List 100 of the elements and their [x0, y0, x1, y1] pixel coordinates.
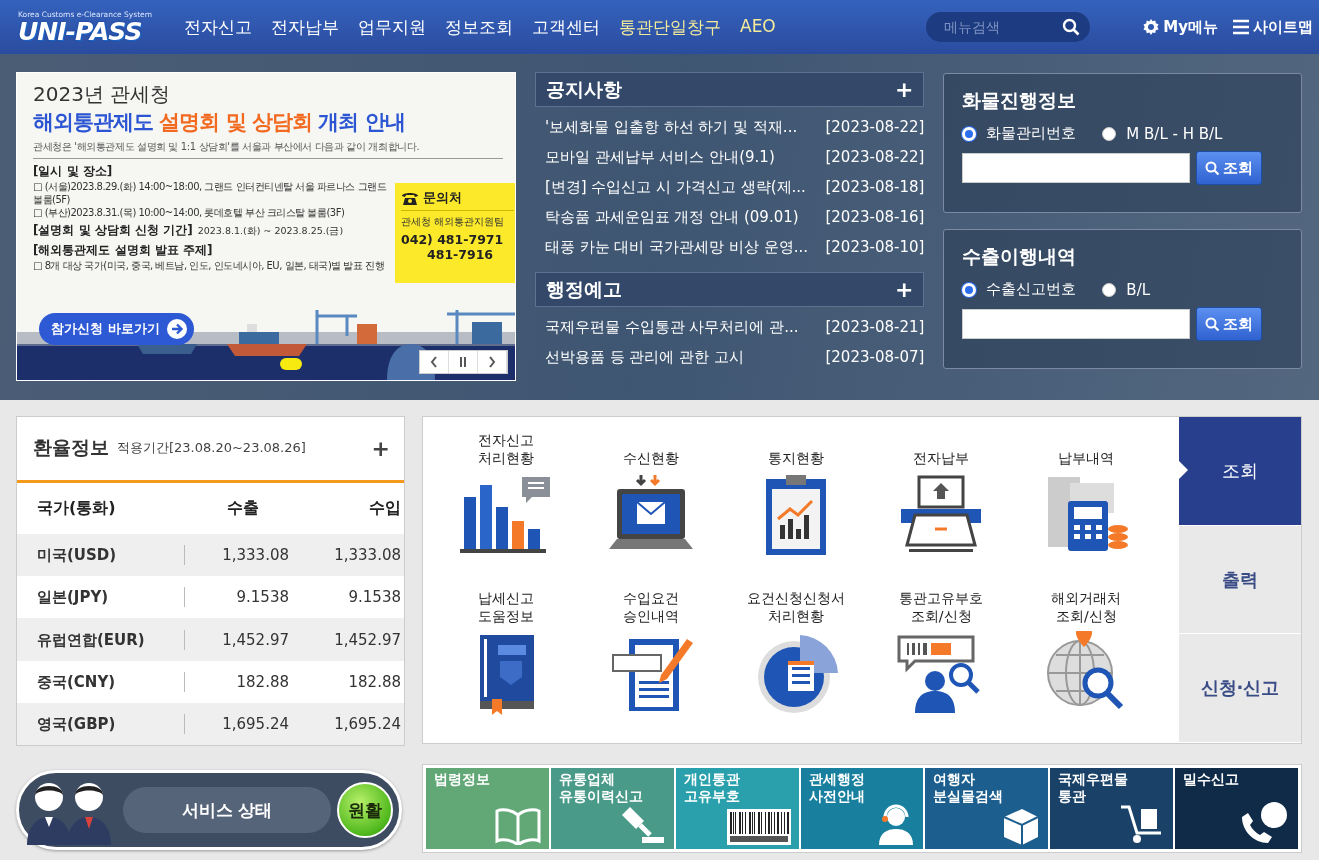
banner-section-heading: [일시 및 장소]: [33, 163, 113, 180]
table-cell-text: 9.1538: [235, 587, 289, 608]
service-link[interactable]: 전자납부: [868, 427, 1014, 585]
column-header: 수입: [368, 497, 401, 519]
section-title: 행정예고: [545, 276, 622, 302]
nav-link[interactable]: 전자납부: [271, 15, 339, 39]
banner-line: □ 8개 대상 국가(미국, 중국, 베트남, 인도, 인도네시아, EU, 일본, 태국)별 발표 진행: [33, 259, 386, 272]
notice-link[interactable]: '보세화물 입출항 하선 하기 및 적재...: [544, 117, 798, 137]
notice-date: [2023-08-10]: [825, 238, 925, 256]
banner-intro: 관세청은 '해외통관제도 설명회 및 1:1 상담회'를 서울과 부산에서 다음과 같이 개최합니다.: [33, 140, 503, 159]
quick-link-tile[interactable]: 관세행정 사전안내: [800, 768, 924, 849]
service-link[interactable]: 수신현황: [578, 427, 724, 585]
radio-option[interactable]: M B/L - H B/L: [1102, 124, 1223, 143]
event-banner[interactable]: [16, 72, 516, 381]
input-field[interactable]: [962, 309, 1191, 339]
table-cell-text: 9.1538: [347, 587, 401, 608]
service-link[interactable]: 요건신청신청서 처리현황: [723, 585, 869, 743]
banner-line: □ (부산)2023.8.31.(목) 10:00~14:00, 롯데호텔 부산 크리스탈 볼룸(3F): [33, 206, 346, 219]
radio-option[interactable]: B/L: [1102, 280, 1151, 299]
more-link[interactable]: +: [371, 435, 390, 461]
book-icon: [494, 807, 541, 845]
banner-headline: 해외통관제도 설명회 및 상담회 개최 안내: [33, 109, 406, 136]
lookup-title: 화물진행정보: [962, 88, 1078, 113]
search-bar[interactable]: 메뉴검색: [926, 12, 1091, 42]
radio-option[interactable]: 수출신고번호: [962, 280, 1077, 299]
table-cell-text: 1,333.08: [333, 545, 401, 566]
column-header: 수출: [226, 497, 260, 519]
table-cell-text: 1,695.24: [221, 713, 289, 734]
lookup-button[interactable]: 조회: [1196, 307, 1263, 341]
pause-icon: [458, 356, 467, 368]
quick-link-tile[interactable]: 국제우편물 통관: [1050, 768, 1174, 849]
period-text: 적용기간[23.08.20~23.08.26]: [117, 439, 307, 458]
service-link[interactable]: 수입요건 승인내역: [578, 585, 724, 743]
lookup-button[interactable]: 조회: [1196, 151, 1263, 185]
quick-link-tile[interactable]: 여행자 분실물검색: [925, 768, 1049, 849]
contact-phone: 481-7916: [426, 247, 495, 262]
service-link[interactable]: 납세신고 도움정보: [433, 585, 579, 743]
service-link[interactable]: 납부내역: [1013, 427, 1159, 585]
section-title: 공지사항: [545, 76, 622, 102]
radio-option[interactable]: 화물관리번호: [962, 124, 1077, 143]
banner-title: 2023년 관세청: [33, 81, 172, 108]
phone-icon: [401, 190, 419, 206]
contact-team: 관세청 해외통관지원팀: [401, 215, 506, 229]
table-cell: 유럽연합(EUR): [37, 629, 185, 650]
chevron-right-icon: [487, 356, 496, 368]
arrow-right-icon: [165, 318, 188, 340]
notice-link[interactable]: 모바일 관세납부 서비스 안내(9.1): [544, 147, 775, 167]
headset-person-icon: [877, 803, 916, 845]
notice-link[interactable]: 국제우편물 수입통관 사무처리에 관...: [544, 317, 799, 337]
service-link[interactable]: 통지현황: [723, 427, 869, 585]
sitemap-link[interactable]: 사이트맵: [1232, 17, 1313, 37]
table-cell: 영국(GBP): [37, 713, 185, 734]
banner-section-heading: [해외통관제도 설명회 발표 주제]: [33, 242, 213, 259]
category-tab[interactable]: 출력: [1179, 525, 1301, 635]
table-cell-text: 1,452.97: [333, 629, 401, 650]
radio-icon[interactable]: [1102, 126, 1117, 141]
nav-link[interactable]: 통관단일창구: [619, 15, 721, 39]
search-icon[interactable]: [1062, 18, 1081, 36]
notice-link[interactable]: 탁송품 과세운임표 개정 안내 (09.01): [544, 207, 799, 227]
table-cell-text: 1,333.08: [221, 545, 289, 566]
card-title: 환율정보: [33, 435, 109, 461]
logo-wordmark: UNI-PASS: [18, 19, 142, 44]
input-field[interactable]: [962, 153, 1191, 183]
barcode-icon: [726, 809, 791, 845]
notice-date: [2023-08-07]: [825, 348, 925, 366]
notice-link[interactable]: 선박용품 등 관리에 관한 고시: [544, 347, 744, 367]
table-cell-text: 1,695.24: [333, 713, 401, 734]
category-tab[interactable]: 신청·신고: [1179, 634, 1301, 743]
notice-date: [2023-08-18]: [825, 178, 925, 196]
nav-link[interactable]: 업무지원: [358, 15, 426, 39]
my-menu-link[interactable]: My메뉴: [1142, 17, 1218, 37]
nav-link[interactable]: AEO: [740, 15, 776, 39]
category-tab[interactable]: 조회: [1179, 417, 1301, 526]
notice-date: [2023-08-21]: [825, 318, 925, 336]
status-label: 서비스 상태: [123, 787, 331, 833]
notice-link[interactable]: 태풍 카눈 대비 국가관세망 비상 운영...: [544, 237, 809, 257]
table-cell: 일본(JPY): [37, 587, 185, 608]
nav-link[interactable]: 전자신고: [184, 15, 252, 39]
chevron-left-icon: [429, 356, 438, 368]
column-header: 국가(통화): [37, 497, 117, 519]
notice-link[interactable]: [변경] 수입신고 시 가격신고 생략(제...: [544, 177, 806, 197]
banner-line: □ (서울)2023.8.29.(화) 14:00~18:00, 그랜드 인터컨티넨탈 서울 파르나스 그랜드 볼룸(5F): [33, 180, 388, 206]
notice-date: [2023-08-22]: [825, 118, 925, 136]
nav-link[interactable]: 고객센터: [532, 15, 600, 39]
table-cell-text: 1,452.97: [221, 629, 289, 650]
search-input[interactable]: 메뉴검색: [942, 18, 1063, 36]
quick-link-tile[interactable]: 밀수신고: [1175, 768, 1298, 849]
service-link[interactable]: 통관고유부호 조회/신청: [868, 585, 1014, 743]
radio-icon[interactable]: [1102, 282, 1117, 297]
slide-indicator[interactable]: [280, 358, 302, 370]
notice-date: [2023-08-16]: [825, 208, 925, 226]
nav-link[interactable]: 정보조회: [445, 15, 513, 39]
service-link[interactable]: 해외거래처 조회/신청: [1013, 585, 1159, 743]
contact-phone: 042) 481-7971: [401, 232, 505, 247]
more-link[interactable]: +: [894, 78, 914, 101]
service-link[interactable]: 전자신고 처리현황: [433, 427, 579, 585]
gear-icon: [1142, 18, 1161, 36]
banner-note: 2023.8.1.(화) ~ 2023.8.25.(금): [197, 225, 344, 238]
apply-button[interactable]: 참가신청 바로가기: [39, 313, 194, 345]
more-link[interactable]: +: [894, 278, 914, 301]
